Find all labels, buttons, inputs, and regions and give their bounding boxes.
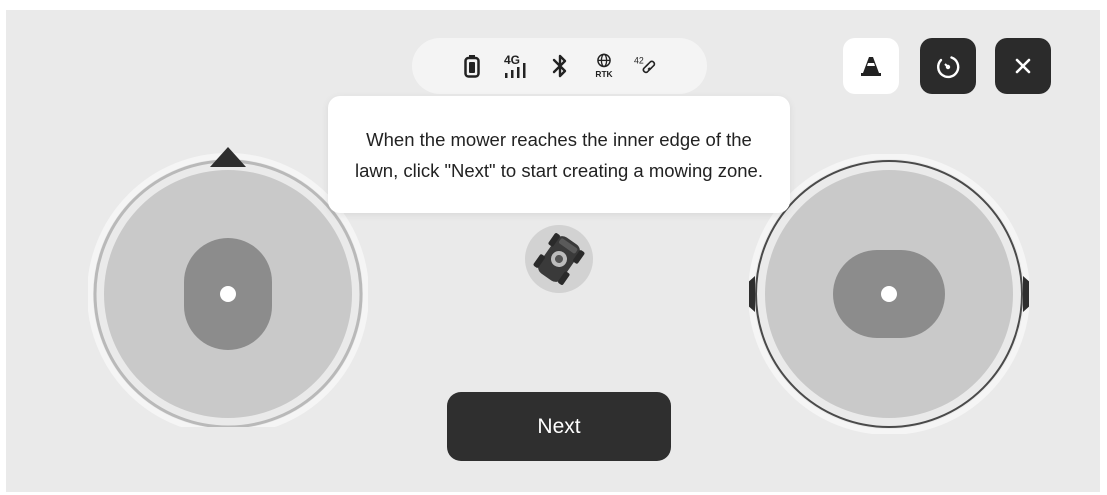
instruction-tooltip: When the mower reaches the inner edge of… — [328, 96, 790, 213]
reset-button[interactable] — [920, 38, 976, 94]
satellite-count: 42 — [634, 55, 644, 65]
rotate-reset-icon — [937, 56, 960, 79]
status-bar: 4G RTK 42 — [412, 38, 707, 94]
cellular-4g-icon: 4G — [502, 52, 530, 80]
network-label: 4G — [504, 53, 520, 67]
battery-icon — [458, 52, 486, 80]
tooltip-message: When the mower reaches the inner edge of… — [355, 128, 763, 181]
right-joystick[interactable] — [749, 154, 1029, 434]
rtk-label: RTK — [595, 69, 612, 79]
rtk-icon: RTK — [590, 52, 618, 80]
next-button[interactable]: Next — [447, 392, 671, 461]
mower-icon — [533, 233, 585, 285]
cone-button[interactable] — [843, 38, 899, 94]
app-screen: 4G RTK 42 When the mower reaches the inn… — [6, 10, 1100, 492]
right-arrow-icon — [1023, 276, 1029, 312]
close-button[interactable] — [995, 38, 1051, 94]
left-joystick[interactable] — [88, 147, 368, 427]
joystick-center-dot — [220, 286, 236, 302]
joystick-center-dot — [881, 286, 897, 302]
left-arrow-icon — [749, 276, 755, 312]
satellite-link-icon: 42 — [634, 52, 662, 80]
bluetooth-icon — [546, 52, 574, 80]
close-icon — [1015, 58, 1031, 74]
mower-marker — [525, 225, 593, 293]
traffic-cone-icon — [861, 57, 881, 76]
